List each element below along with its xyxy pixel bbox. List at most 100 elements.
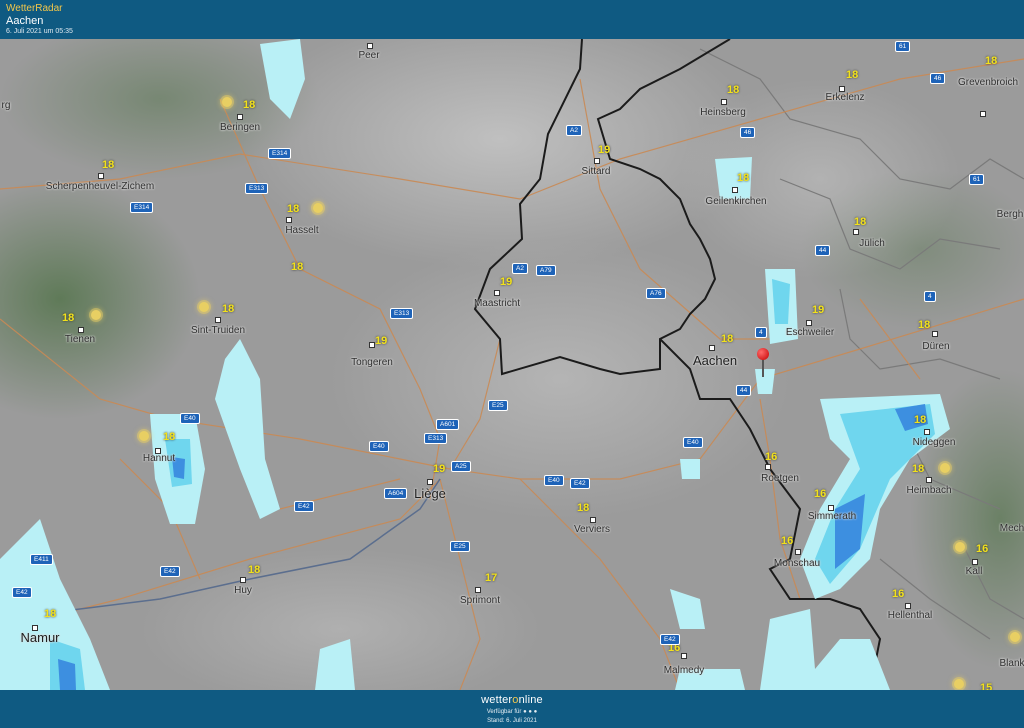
road-shield: E314 [130, 202, 154, 213]
road-shield: E42 [12, 587, 32, 598]
sun-icon [222, 97, 232, 107]
logo-text: nline [518, 694, 543, 706]
city-label: Verviers [573, 524, 611, 535]
city-label: Malmedy [663, 665, 705, 676]
temperature-label: 18 [291, 261, 304, 273]
location-name: Aachen [6, 15, 44, 27]
sun-icon [199, 302, 209, 312]
map-pin-needle [762, 359, 764, 377]
road-shield: 46 [930, 73, 946, 84]
availability-note: Verfügbar für ● ● ● [0, 709, 1024, 715]
temperature-label: 18 [721, 333, 734, 345]
city-dot [78, 327, 84, 333]
city-dot [427, 479, 433, 485]
sun-icon [954, 679, 964, 689]
road-shield: 4 [755, 327, 767, 338]
sun-icon [940, 463, 950, 473]
road-shield: A2 [512, 263, 528, 274]
city-label: Sittard [581, 166, 611, 177]
city-dot [721, 99, 727, 105]
city-label: Heimbach [906, 485, 952, 496]
sun-icon [91, 310, 101, 320]
city-label: Namur [20, 630, 60, 645]
road-shield: E313 [390, 308, 414, 319]
sun-icon [313, 203, 323, 213]
road-shield: A25 [451, 461, 471, 472]
city-dot [494, 290, 500, 296]
temperature-label: 18 [914, 414, 927, 426]
city-label: Maastricht [473, 298, 521, 309]
road-shield: A604 [384, 488, 408, 499]
temperature-label: 18 [222, 303, 235, 315]
city-dot [367, 43, 373, 49]
logo-text: wetter [481, 694, 513, 706]
temperature-label: 16 [976, 543, 989, 555]
map-pin-icon[interactable] [757, 348, 769, 360]
temperature-label: 18 [846, 69, 859, 81]
city-dot [98, 173, 104, 179]
road-shield: E40 [369, 441, 389, 452]
city-label: Simmerath [807, 511, 857, 522]
city-label: Monschau [773, 558, 821, 569]
road-shield: E313 [245, 183, 269, 194]
city-label: Sint-Truiden [190, 325, 246, 336]
temperature-label: 16 [781, 535, 794, 547]
road-shield: E25 [450, 541, 470, 552]
map-background [0, 39, 1024, 690]
wetteronline-logo[interactable]: wetteronline [0, 694, 1024, 706]
city-label: Liège [414, 486, 446, 501]
road-shield: A79 [536, 265, 556, 276]
temperature-label: 19 [500, 276, 513, 288]
temperature-label: 19 [433, 463, 446, 475]
temperature-label: 19 [598, 144, 611, 156]
road-shield: E40 [683, 437, 703, 448]
road-shield: A2 [566, 125, 582, 136]
road-shield: E42 [570, 478, 590, 489]
status-text: Stand: 6. Juli 2021 [487, 718, 537, 724]
city-label: Aachen [692, 353, 738, 368]
city-label: Huy [234, 585, 252, 596]
city-label: Hannut [142, 453, 176, 464]
city-label: Scherpenheuvel-Zichem [45, 181, 155, 192]
temperature-label: 18 [44, 608, 57, 620]
platform-dots-icon: ● ● ● [523, 709, 538, 715]
city-label: Düren [922, 341, 950, 352]
temperature-label: 18 [727, 84, 740, 96]
city-label: Heinsberg [700, 107, 746, 118]
city-dot [240, 577, 246, 583]
city-label: Mech [999, 523, 1024, 534]
city-dot [795, 549, 801, 555]
radar-map[interactable]: Peer Beringen Scherpenheuvel-Zichem Hass… [0, 39, 1024, 690]
city-label: rg [1, 100, 11, 111]
city-label: Tienen [64, 334, 96, 345]
city-label: Roetgen [761, 473, 799, 484]
sun-icon [955, 542, 965, 552]
road-shield: E42 [160, 566, 180, 577]
road-shield: E42 [660, 634, 680, 645]
road-shield: 46 [740, 127, 756, 138]
availability-text: Verfügbar für [486, 709, 522, 715]
temperature-label: 18 [248, 564, 261, 576]
temperature-label: 18 [102, 159, 115, 171]
road-shield: E313 [424, 433, 448, 444]
road-shield: E40 [180, 413, 200, 424]
city-label: Bergh [996, 209, 1024, 220]
city-dot [980, 111, 986, 117]
city-label: Tongeren [351, 357, 393, 368]
road-shield: A76 [646, 288, 666, 299]
temperature-label: 16 [765, 451, 778, 463]
city-label: Kall [965, 566, 983, 577]
city-label: Eschweiler [785, 327, 835, 338]
sun-icon [1010, 632, 1020, 642]
city-label: Jülich [859, 238, 885, 249]
city-label: Hasselt [285, 225, 319, 236]
temperature-label: 16 [892, 588, 905, 600]
city-dot [806, 320, 812, 326]
city-dot [594, 158, 600, 164]
city-dot [972, 559, 978, 565]
temperature-label: 18 [577, 502, 590, 514]
temperature-label: 18 [912, 463, 925, 475]
timestamp: 6. Juli 2021 um 05:35 [6, 28, 73, 35]
city-dot [286, 217, 292, 223]
city-label: Grevenbroich [957, 77, 1019, 88]
